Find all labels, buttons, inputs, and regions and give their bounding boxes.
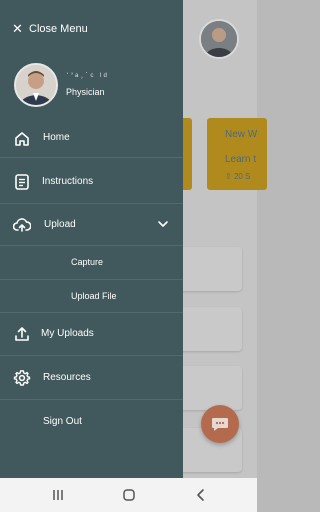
menu-item-label: Sign Out <box>43 416 82 427</box>
menu-item-my-uploads[interactable]: My Uploads <box>0 318 183 350</box>
close-menu-button[interactable]: ✕ Close Menu <box>12 20 88 38</box>
profile-avatar[interactable] <box>14 63 58 107</box>
menu-item-label: Home <box>43 132 70 143</box>
divider <box>0 312 183 313</box>
menu-item-instructions[interactable]: Instructions <box>0 166 183 200</box>
menu-item-label: My Uploads <box>41 328 94 339</box>
cloud-upload-icon <box>13 218 31 232</box>
course-card-subtitle: Learn t <box>225 154 257 165</box>
menu-item-label: Upload <box>44 219 76 230</box>
background-course-card[interactable]: New W Learn t ⇪ 20 S <box>207 118 267 190</box>
back-icon[interactable] <box>193 487 209 503</box>
home-icon <box>15 132 29 146</box>
divider <box>0 203 183 204</box>
chat-bubble-icon <box>212 418 228 431</box>
home-button-icon[interactable] <box>121 487 137 503</box>
menu-item-home[interactable]: Home <box>0 122 183 156</box>
gear-icon <box>13 370 31 386</box>
menu-item-upload[interactable]: Upload <box>0 209 183 241</box>
user-role: Physician <box>66 87 105 97</box>
divider <box>0 245 183 246</box>
background-list-item[interactable] <box>181 366 242 410</box>
submenu-item-upload-file[interactable]: Upload File <box>0 282 183 312</box>
document-icon <box>15 174 29 190</box>
navigation-drawer: ✕ Close Menu ˈ’ᵃ˒˙ᶜ ˡᵈ Physician Home In… <box>0 0 183 478</box>
menu-item-sign-out[interactable]: Sign Out <box>0 406 183 438</box>
menu-item-resources[interactable]: Resources <box>0 362 183 394</box>
submenu-item-label: Capture <box>71 257 104 267</box>
header-avatar[interactable] <box>199 19 239 59</box>
menu-item-label: Resources <box>43 372 91 383</box>
avatar-photo-icon <box>16 65 56 105</box>
system-navigation-bar <box>0 478 257 512</box>
avatar-photo-icon <box>201 21 237 57</box>
chevron-down-icon[interactable] <box>157 218 169 230</box>
chat-fab-button[interactable] <box>201 405 239 443</box>
background-list-item[interactable] <box>181 247 242 291</box>
divider <box>0 399 183 400</box>
course-card-meta: ⇪ 20 S <box>225 172 251 181</box>
background-list-item[interactable] <box>181 307 242 351</box>
divider <box>0 355 183 356</box>
user-name: ˈ’ᵃ˒˙ᶜ ˡᵈ <box>66 71 109 81</box>
divider <box>0 279 183 280</box>
divider <box>0 157 183 158</box>
upload-arrow-icon <box>15 327 29 341</box>
close-menu-label: Close Menu <box>29 23 88 35</box>
close-icon: ✕ <box>12 21 23 36</box>
recent-apps-icon[interactable] <box>50 487 66 503</box>
course-card-title: New W <box>225 129 258 140</box>
submenu-item-capture[interactable]: Capture <box>0 248 183 278</box>
menu-item-label: Instructions <box>42 176 94 187</box>
submenu-item-label: Upload File <box>71 291 117 301</box>
